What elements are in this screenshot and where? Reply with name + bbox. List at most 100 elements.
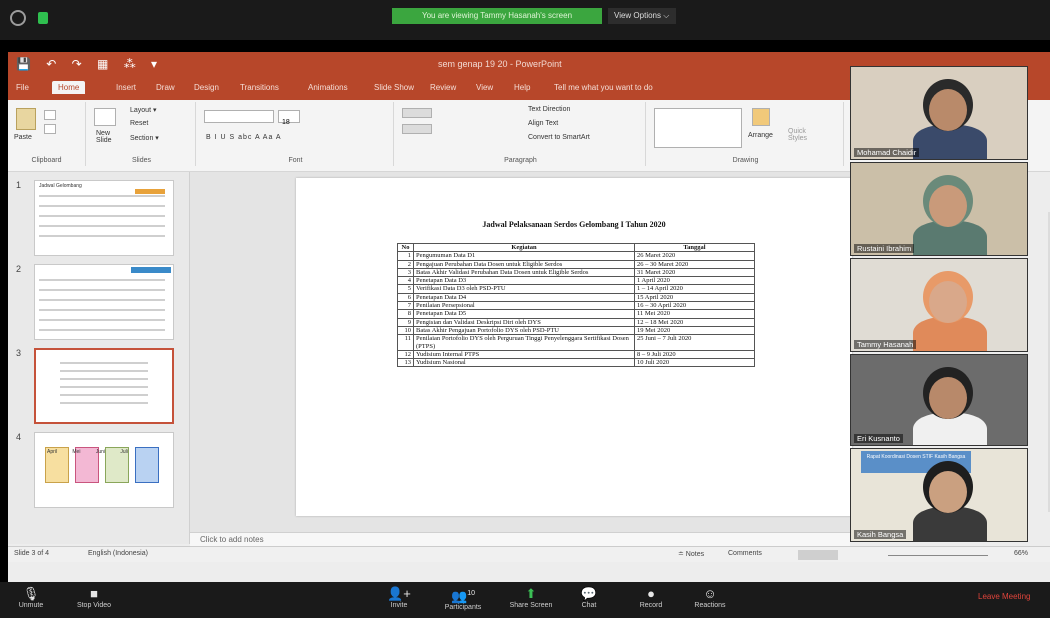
video-tile[interactable]: Eri Kusnanto bbox=[850, 354, 1028, 446]
zoom-level[interactable]: 66% bbox=[1014, 550, 1028, 557]
record-button[interactable]: ● Record bbox=[634, 586, 668, 609]
tab-help[interactable]: Help bbox=[514, 83, 530, 92]
video-camera-icon: ■ bbox=[90, 586, 98, 601]
person-face bbox=[929, 471, 967, 513]
viewing-screen-banner: You are viewing Tammy Hasanah's screen bbox=[392, 8, 602, 24]
notes-pane[interactable]: Click to add notes bbox=[190, 532, 850, 546]
font-name-box[interactable] bbox=[204, 110, 274, 123]
copy-icon[interactable] bbox=[44, 124, 56, 134]
text-direction-button[interactable]: Text Direction bbox=[528, 106, 570, 113]
participant-name: Eri Kusnanto bbox=[854, 434, 903, 443]
paste-button[interactable]: Paste bbox=[14, 134, 32, 141]
slide-thumbnail-4[interactable]: April Mei Juni Juli bbox=[34, 432, 174, 508]
participant-name: Mohamad Chaidir bbox=[854, 148, 920, 157]
tab-transitions[interactable]: Transitions bbox=[240, 83, 279, 92]
align-text-button[interactable]: Align Text bbox=[528, 120, 558, 127]
tab-design[interactable]: Design bbox=[194, 83, 219, 92]
row-number: 5 bbox=[397, 284, 414, 294]
video-tile[interactable]: Rustaini Ibrahim bbox=[850, 162, 1028, 256]
tab-file[interactable]: File bbox=[16, 83, 29, 92]
row-activity: Yudisium Internal PTPS bbox=[413, 349, 635, 360]
paste-icon[interactable] bbox=[16, 108, 36, 130]
participant-name: Tammy Hasanah bbox=[854, 340, 917, 349]
tab-insert[interactable]: Insert bbox=[116, 83, 136, 92]
align-icon[interactable] bbox=[402, 124, 432, 134]
arrange-icon[interactable] bbox=[752, 108, 770, 126]
person-face bbox=[929, 281, 967, 323]
record-label: Record bbox=[639, 602, 663, 609]
table-row: 5 Verifikasi Data D3 oleh PSD-PTU 1 – 14 A… bbox=[397, 284, 755, 294]
row-date: 26 – 30 Maret 2020 bbox=[634, 259, 755, 269]
slide-title[interactable]: Jadwal Pelaksanaan Serdos Gelombang I Ta… bbox=[296, 220, 852, 229]
table-row: 6 Penetapan Data D4 15 April 2020 bbox=[397, 292, 755, 303]
quick-access-toolbar[interactable]: 💾 ↶ ↷ ▦ ⁂ ▾ bbox=[16, 57, 163, 71]
slide-thumbnail-3[interactable] bbox=[34, 348, 174, 424]
comments-button[interactable]: Comments bbox=[728, 550, 762, 557]
window-title: sem genap 19 20 - PowerPoint bbox=[438, 59, 562, 69]
tab-review[interactable]: Review bbox=[430, 83, 456, 92]
reactions-button[interactable]: ☺ Reactions bbox=[690, 586, 730, 609]
chat-button[interactable]: 💬 Chat bbox=[574, 586, 604, 609]
schedule-table[interactable]: No Kegiatan Tanggal 1 Pengumuman Data D1 2… bbox=[397, 242, 755, 368]
video-tile[interactable]: Tammy Hasanah bbox=[850, 258, 1028, 352]
video-tile[interactable]: Rapat Koordinasi Dosen STIF Kasih Bangsa… bbox=[850, 448, 1028, 542]
invite-button[interactable]: 👤+ Invite bbox=[382, 586, 416, 609]
tell-me-search[interactable]: Tell me what you want to do bbox=[554, 83, 653, 92]
shield-icon[interactable] bbox=[10, 10, 26, 26]
row-date: 8 – 9 Juli 2020 bbox=[634, 349, 755, 360]
unmute-button[interactable]: 🎙 Unmute bbox=[14, 586, 48, 609]
font-size-box[interactable]: 18 bbox=[278, 110, 300, 126]
new-slide-button[interactable]: New Slide bbox=[96, 130, 112, 144]
tab-view[interactable]: View bbox=[476, 83, 493, 92]
tab-home[interactable]: Home bbox=[52, 81, 86, 94]
table-row: 7 Penilaian Persepsional 16 – 30 April 202… bbox=[397, 301, 755, 311]
font-format-buttons[interactable]: B I U S abc A Aa A bbox=[206, 134, 282, 141]
unmute-label: Unmute bbox=[18, 602, 44, 609]
slide-thumbnail-1[interactable]: Jadwal Gelombang bbox=[34, 180, 174, 256]
tab-animations[interactable]: Animations bbox=[308, 83, 348, 92]
view-buttons[interactable] bbox=[798, 550, 838, 560]
tab-slide-show[interactable]: Slide Show bbox=[374, 83, 414, 92]
layout-button[interactable]: Layout ▾ bbox=[130, 106, 156, 114]
bullets-icon[interactable] bbox=[402, 108, 432, 118]
video-tile[interactable]: Mohamad Chaidir bbox=[850, 66, 1028, 160]
new-slide-icon[interactable] bbox=[94, 108, 116, 126]
convert-smartart-button[interactable]: Convert to SmartArt bbox=[528, 134, 590, 141]
quick-styles-button[interactable]: Quick Styles bbox=[788, 128, 807, 142]
row-activity: Penetapan Data D4 bbox=[413, 292, 635, 303]
participants-button[interactable]: 👥10 Participants bbox=[436, 586, 490, 611]
slide-thumbnails-pane: 1 Jadwal Gelombang 2 3 4 April Mei Juni … bbox=[8, 172, 190, 544]
stop-video-button[interactable]: ■ Stop Video bbox=[72, 586, 116, 609]
row-date: 1 – 14 April 2020 bbox=[634, 284, 755, 294]
row-number: 3 bbox=[397, 267, 414, 278]
participant-count: 10 bbox=[467, 590, 475, 597]
row-date: 19 Mei 2020 bbox=[634, 325, 755, 336]
row-date: 12 – 18 Mei 2020 bbox=[634, 317, 755, 327]
slide-thumbnail-2[interactable] bbox=[34, 264, 174, 340]
slide-canvas[interactable]: Jadwal Pelaksanaan Serdos Gelombang I Ta… bbox=[296, 178, 852, 516]
section-button[interactable]: Section ▾ bbox=[130, 134, 159, 142]
row-activity: Pengumuman Data D1 bbox=[413, 251, 635, 261]
cut-icon[interactable] bbox=[44, 110, 56, 120]
row-number: 7 bbox=[397, 301, 414, 311]
table-row: 8 Penetapan Data D5 11 Mei 2020 bbox=[397, 309, 755, 319]
table-row: 9 Pengisian dan Validasi Deskripsi Diri o… bbox=[397, 317, 755, 327]
row-date: 10 Juli 2020 bbox=[634, 358, 755, 368]
row-number: 4 bbox=[397, 276, 414, 286]
tab-draw[interactable]: Draw bbox=[156, 83, 175, 92]
shapes-gallery[interactable] bbox=[654, 108, 742, 148]
language-status[interactable]: English (Indonesia) bbox=[88, 550, 148, 557]
microphone-muted-icon: 🎙 bbox=[22, 586, 40, 601]
row-activity: Penilaian Persepsional bbox=[413, 301, 635, 311]
notes-button[interactable]: ≐ Notes bbox=[678, 550, 704, 558]
arrange-button[interactable]: Arrange bbox=[748, 132, 773, 139]
row-number: 11 bbox=[397, 334, 414, 351]
row-date: 1 April 2020 bbox=[634, 276, 755, 286]
reset-button[interactable]: Reset bbox=[130, 120, 148, 127]
share-screen-button[interactable]: ⬆ Share Screen bbox=[506, 586, 556, 609]
view-options-button[interactable]: View Options ⌵ bbox=[608, 8, 676, 24]
zoom-slider[interactable] bbox=[888, 555, 988, 556]
drawing-label: Drawing bbox=[732, 157, 759, 164]
leave-meeting-button[interactable]: Leave Meeting bbox=[978, 592, 1030, 601]
participants-icon: 👥10 bbox=[436, 586, 490, 604]
